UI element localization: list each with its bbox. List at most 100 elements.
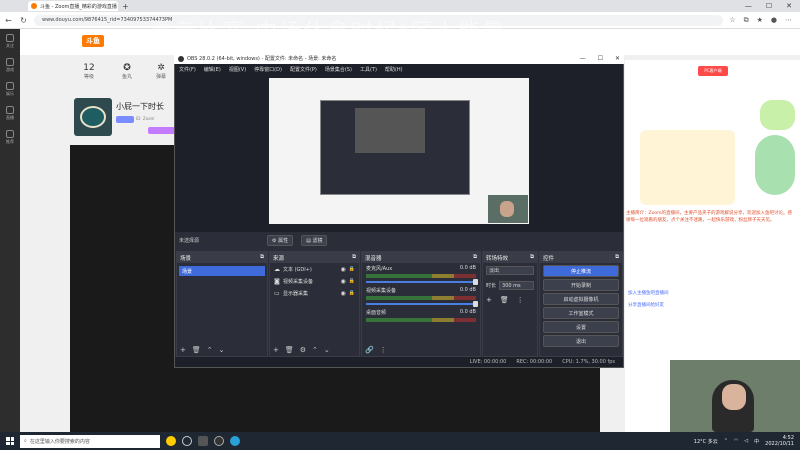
link-icon[interactable]: 🔗 bbox=[365, 346, 374, 354]
stop-streaming-button[interactable]: 停止推流 bbox=[543, 265, 619, 277]
ime-indicator[interactable]: 中 bbox=[754, 438, 759, 445]
nav-item-ent[interactable]: 娱乐 bbox=[0, 77, 20, 101]
anchor-avatar[interactable] bbox=[74, 98, 112, 136]
menu-dock[interactable]: 停靠窗口(D) bbox=[254, 66, 282, 73]
menu-scenecollection[interactable]: 场景集合(S) bbox=[325, 66, 352, 73]
volume-icon[interactable]: ◁ bbox=[744, 438, 748, 444]
source-settings-icon[interactable]: ⚙ bbox=[300, 346, 306, 354]
slider-knob[interactable] bbox=[473, 301, 478, 307]
move-up-icon[interactable]: ⌃ bbox=[312, 346, 318, 354]
anchor-name[interactable]: 小屁一下时长 bbox=[116, 101, 164, 112]
tray-arrow-icon[interactable]: ⌃ bbox=[724, 438, 728, 444]
undock-icon[interactable]: ⧉ bbox=[473, 254, 477, 261]
start-recording-button[interactable]: 开始录制 bbox=[543, 279, 619, 291]
menu-profile[interactable]: 配置文件(P) bbox=[290, 66, 317, 73]
move-down-icon[interactable]: ⌄ bbox=[219, 346, 225, 354]
add-source-icon[interactable]: + bbox=[273, 346, 279, 354]
file-explorer-icon[interactable] bbox=[198, 436, 208, 446]
preview-face bbox=[500, 201, 514, 217]
studio-mode-button[interactable]: 工作室模式 bbox=[543, 307, 619, 319]
eye-icon[interactable]: ◉ bbox=[341, 266, 346, 273]
move-up-icon[interactable]: ⌃ bbox=[207, 346, 213, 354]
volume-slider[interactable] bbox=[366, 301, 478, 307]
favorites-icon[interactable]: ★ bbox=[757, 16, 763, 25]
transition-select[interactable]: 淡出 bbox=[486, 266, 534, 275]
menu-help[interactable]: 帮助(H) bbox=[385, 66, 403, 73]
webcam-overlay bbox=[670, 360, 800, 432]
stat-fishball[interactable]: ✪ 鱼丸 bbox=[112, 63, 142, 85]
maximize-button[interactable]: ☐ bbox=[766, 2, 772, 10]
eye-icon[interactable]: ◉ bbox=[341, 290, 346, 297]
obs-maximize-button[interactable]: ☐ bbox=[598, 55, 603, 62]
menu-view[interactable]: 视图(V) bbox=[229, 66, 246, 73]
profile-icon[interactable]: ● bbox=[771, 16, 777, 25]
obs-taskbar-icon[interactable] bbox=[214, 436, 224, 446]
obs-minimize-button[interactable]: — bbox=[580, 55, 586, 62]
transition-menu-icon[interactable]: ⋮ bbox=[517, 296, 524, 304]
slider-knob[interactable] bbox=[473, 279, 478, 285]
start-button[interactable] bbox=[6, 437, 14, 445]
scene-item[interactable]: 场景 bbox=[179, 266, 265, 276]
transition-value: 淡出 bbox=[489, 268, 500, 274]
remove-transition-icon[interactable]: 🗑 bbox=[500, 296, 509, 304]
edge-icon[interactable] bbox=[230, 436, 240, 446]
remove-source-icon[interactable]: 🗑 bbox=[285, 346, 294, 354]
pc-client-button[interactable]: PC客户端 bbox=[698, 66, 728, 76]
close-button[interactable]: ✕ bbox=[786, 2, 792, 10]
browser-tab[interactable]: 斗鱼 - Zoom直播_精彩的游戏直播 × bbox=[28, 1, 118, 11]
add-scene-icon[interactable]: + bbox=[180, 346, 186, 354]
source-item-monitor[interactable]: ▭ 显示器采集 ◉ 🔒 bbox=[270, 287, 359, 299]
source-item-camera[interactable]: ◙ 视频采集设备 ◉ 🔒 bbox=[270, 275, 359, 287]
emoji-icon[interactable] bbox=[166, 436, 176, 446]
menu-tools[interactable]: 工具(T) bbox=[360, 66, 377, 73]
menu-icon[interactable]: ⋯ bbox=[785, 16, 792, 25]
star-icon[interactable]: ☆ bbox=[729, 16, 735, 25]
douyu-logo[interactable]: 斗鱼 bbox=[82, 35, 104, 47]
nav-item-follow[interactable]: 关注 bbox=[0, 29, 20, 53]
settings-button[interactable]: 设置 bbox=[543, 321, 619, 333]
mixer-menu-icon[interactable]: ⋮ bbox=[380, 346, 387, 354]
back-icon[interactable]: ← bbox=[4, 16, 13, 25]
stream-overlay-title: 看云比赛 中场休息时候t区大能量 bbox=[150, 20, 506, 45]
network-icon[interactable]: ◠ bbox=[734, 438, 738, 444]
cartoon-banner-small bbox=[760, 100, 795, 130]
taskbar-search[interactable]: ⌕ 在这里输入你要搜索的内容 bbox=[20, 434, 160, 448]
link-fishbar[interactable]: 加入主播鱼吧直播间 bbox=[628, 290, 669, 296]
menu-file[interactable]: 文件(F) bbox=[179, 66, 196, 73]
extensions-icon[interactable]: ⧉ bbox=[744, 16, 749, 25]
add-transition-icon[interactable]: + bbox=[486, 296, 492, 304]
duration-input[interactable]: 300 ms bbox=[499, 281, 534, 290]
virtual-camera-button[interactable]: 启动虚拟摄像机 bbox=[543, 293, 619, 305]
undock-icon[interactable]: ⧉ bbox=[615, 254, 619, 261]
move-down-icon[interactable]: ⌄ bbox=[324, 346, 330, 354]
lock-icon[interactable]: 🔒 bbox=[349, 266, 355, 272]
refresh-icon[interactable]: ↻ bbox=[19, 16, 28, 25]
undock-icon[interactable]: ⧉ bbox=[352, 254, 356, 261]
minimize-button[interactable]: — bbox=[745, 2, 752, 10]
lock-icon[interactable]: 🔒 bbox=[349, 278, 355, 284]
undock-icon[interactable]: ⧉ bbox=[260, 254, 264, 261]
clock[interactable]: 4:52 2022/10/11 bbox=[765, 435, 794, 447]
new-tab-icon[interactable]: + bbox=[122, 2, 129, 11]
eye-icon[interactable]: ◉ bbox=[341, 278, 346, 285]
channel-name: 桌面音频 bbox=[366, 310, 387, 316]
lock-icon[interactable]: 🔒 bbox=[349, 290, 355, 296]
weather-text[interactable]: 12°C 多云 bbox=[694, 438, 718, 445]
link-share[interactable]: 分享直播间给好友 bbox=[628, 302, 664, 308]
nav-item-game[interactable]: 游戏 bbox=[0, 53, 20, 77]
nav-item-live[interactable]: 直播 bbox=[0, 101, 20, 125]
exit-button[interactable]: 退出 bbox=[543, 335, 619, 347]
source-item-text[interactable]: ☁ 文本 (GDI+) ◉ 🔒 bbox=[270, 263, 359, 275]
nav-item-rec[interactable]: 推荐 bbox=[0, 125, 20, 149]
filters-button[interactable]: ▤ 滤镜 bbox=[301, 234, 328, 246]
task-view-icon[interactable] bbox=[182, 436, 192, 446]
menu-edit[interactable]: 编辑(E) bbox=[204, 66, 221, 73]
stat-label: 等级 bbox=[83, 74, 94, 80]
volume-slider[interactable] bbox=[366, 279, 478, 285]
undock-icon[interactable]: ⧉ bbox=[530, 254, 534, 261]
obs-close-button[interactable]: ✕ bbox=[615, 55, 620, 62]
stat-danmu[interactable]: ✲ 弹幕 bbox=[146, 63, 176, 85]
properties-button[interactable]: ⚙ 属性 bbox=[267, 234, 294, 246]
remove-scene-icon[interactable]: 🗑 bbox=[192, 346, 201, 354]
stat-level[interactable]: 12 等级 bbox=[74, 63, 104, 85]
